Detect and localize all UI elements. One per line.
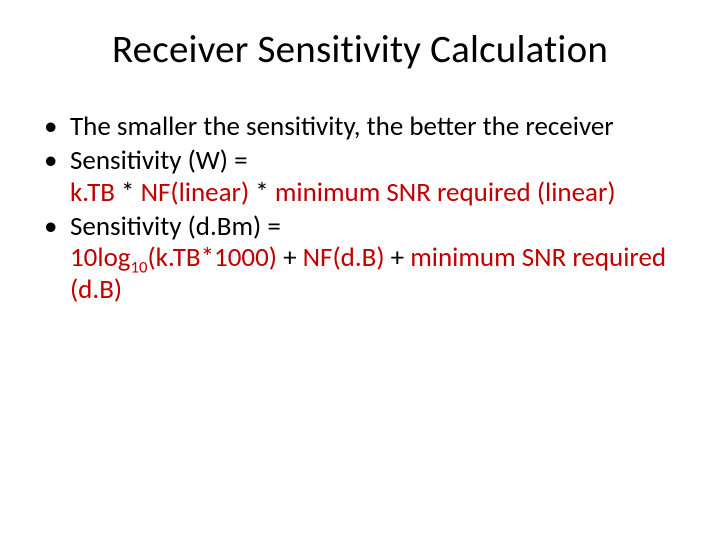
bullet-3-term-log-a: 10log [70,241,131,274]
bullet-3-sep-1: + [277,241,303,274]
bullet-3-term-log-sub: 10 [131,258,148,278]
bullet-2: Sensitivity (W) = k.TB * NF(linear) * mi… [44,145,680,209]
bullet-1-text: The smaller the sensitivity, the better … [70,110,614,143]
bullet-2-term-nf: NF(linear) [141,176,250,209]
bullet-1: The smaller the sensitivity, the better … [44,111,680,143]
bullet-3-term-nf: NF(d.B) [303,241,385,274]
slide-title: Receiver Sensitivity Calculation [40,26,680,73]
bullet-3-sep-2: + [385,241,411,274]
bullet-list: The smaller the sensitivity, the better … [40,111,680,306]
bullet-3-pre: Sensitivity (d.Bm) = [70,210,281,243]
bullet-2-sep-2: * [249,176,275,209]
bullet-2-term-snr: minimum SNR required (linear) [275,176,616,209]
bullet-3: Sensitivity (d.Bm) = 10log10(k.TB*1000) … [44,211,680,307]
bullet-2-pre: Sensitivity (W) = [70,144,248,177]
bullet-2-term-ktb: k.TB [70,176,115,209]
bullet-3-term-log-b: (k.TB*1000) [147,241,276,274]
slide: Receiver Sensitivity Calculation The sma… [0,0,720,540]
bullet-2-sep-1: * [115,176,141,209]
